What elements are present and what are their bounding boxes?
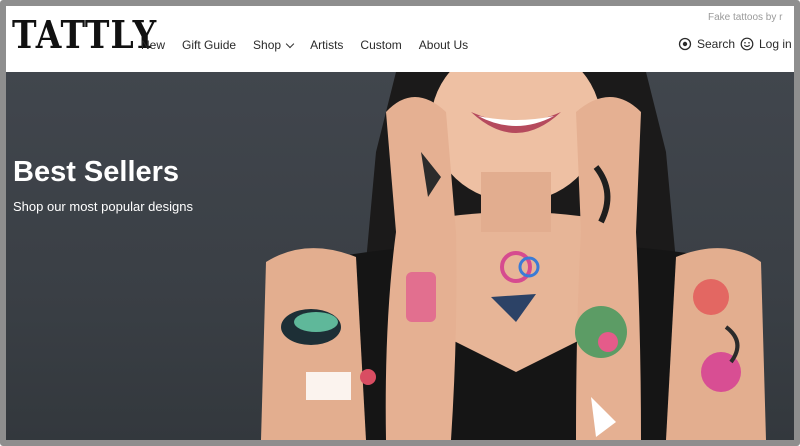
- nav-item-artists[interactable]: Artists: [310, 38, 343, 52]
- nav-item-gift-guide[interactable]: Gift Guide: [182, 38, 236, 52]
- nav-label: Artists: [310, 38, 344, 52]
- chevron-down-icon: [285, 39, 295, 48]
- hero-subtitle: Shop our most popular designs: [13, 199, 193, 214]
- nav-label: New: [141, 38, 166, 52]
- hero-title: Best Sellers: [13, 156, 180, 188]
- nav-label: Shop: [253, 38, 282, 52]
- nav-item-custom[interactable]: Custom: [360, 38, 401, 52]
- search-icon: [678, 37, 692, 51]
- nav-label: Custom: [360, 38, 402, 52]
- login-label: Log in: [759, 37, 792, 51]
- trademark-mark: ™: [115, 22, 120, 30]
- logo-text: TATTLY: [12, 12, 158, 58]
- tattly-logo[interactable]: TATTLY ™: [12, 10, 156, 61]
- browser-frame: TATTLY ™ New Gift Guide Shop Artists Cus…: [0, 0, 800, 446]
- nav-item-shop[interactable]: Shop: [253, 38, 295, 52]
- main-nav: New Gift Guide Shop Artists Custom About…: [141, 38, 485, 52]
- smiley-user-icon: [740, 37, 754, 51]
- search-label: Search: [697, 37, 736, 51]
- hero-banner[interactable]: Best Sellers Shop our most popular desig…: [6, 72, 794, 440]
- search-button[interactable]: Search: [678, 37, 735, 51]
- nav-item-new[interactable]: New: [141, 38, 165, 52]
- nav-label: Gift Guide: [182, 38, 237, 52]
- login-button[interactable]: Log in: [740, 37, 792, 51]
- nav-item-about-us[interactable]: About Us: [419, 38, 468, 52]
- nav-label: About Us: [418, 38, 469, 52]
- header-tagline: Fake tattoos by r: [708, 12, 783, 23]
- site-header: TATTLY ™ New Gift Guide Shop Artists Cus…: [6, 6, 794, 72]
- hero-photo-tattooed-woman: [261, 72, 766, 440]
